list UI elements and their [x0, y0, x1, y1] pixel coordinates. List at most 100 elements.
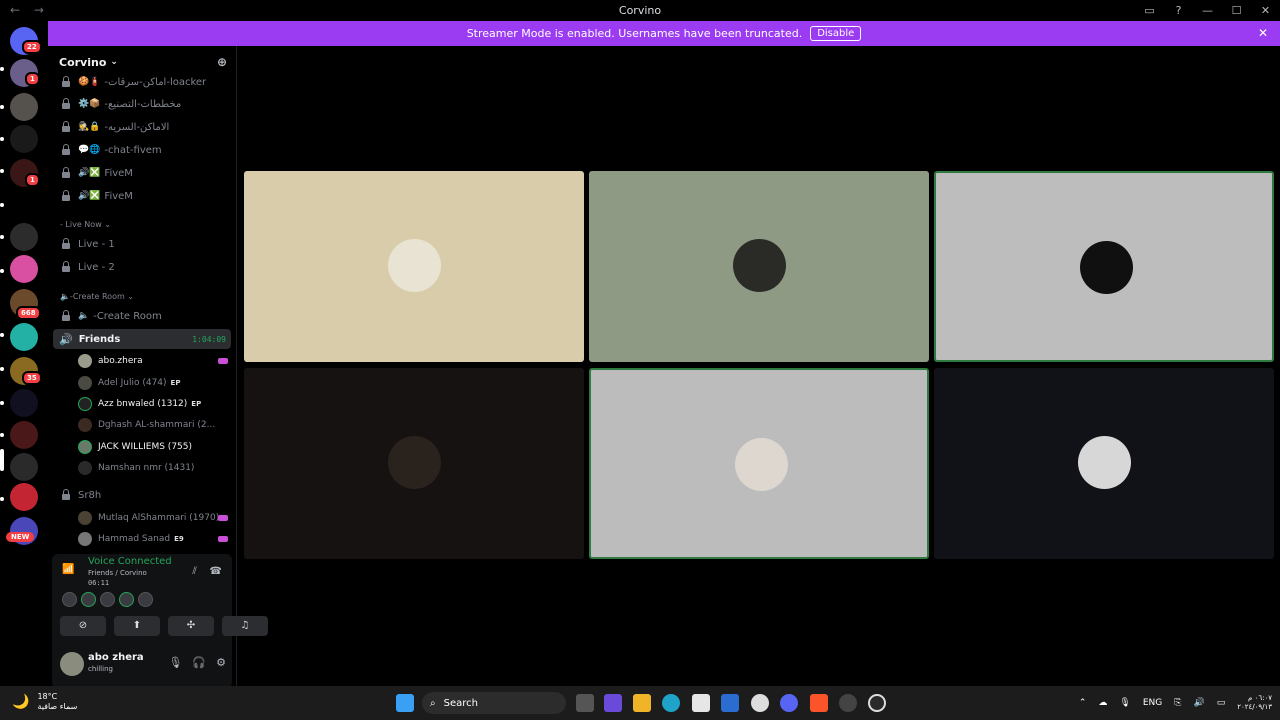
user-name: Azz bnwaled (1312)	[98, 398, 188, 409]
gear-icon[interactable]: ⚙	[216, 656, 226, 669]
participant-tile[interactable]	[589, 171, 929, 362]
server-icon[interactable]	[10, 93, 38, 121]
server-icon[interactable]	[10, 389, 38, 417]
channel-sidebar: Corvino ⌄ ⊕ 🍪🧯 -اماكن-سرقات-loacker ⚙️📦 …	[48, 46, 268, 688]
channel-item[interactable]: 🔊❎ FiveM	[56, 186, 232, 206]
chevron-up-icon[interactable]: ⌃	[1079, 698, 1087, 708]
edge-icon[interactable]	[662, 694, 680, 712]
window-controls: ▭ ? — ☐ ✕	[1135, 0, 1280, 21]
active-voice-channel[interactable]: 🔊 Friends 1:04:09	[53, 329, 231, 349]
channel-item[interactable]: Live - 2	[56, 257, 232, 277]
lock-icon	[60, 121, 72, 133]
help-icon[interactable]: ?	[1164, 4, 1193, 17]
server-icon[interactable]	[10, 483, 38, 511]
user-name[interactable]: abo zhera	[88, 652, 144, 663]
participant-tile[interactable]	[589, 368, 929, 559]
voice-user[interactable]: Namshan nmr (1431)	[78, 458, 230, 477]
voice-user[interactable]: JACK WILLIEMS (755)	[78, 437, 230, 456]
avatar	[78, 460, 92, 475]
lock-icon	[60, 310, 72, 322]
voice-user[interactable]: Azz bnwaled (1312) EP	[78, 394, 230, 413]
voice-status[interactable]: Voice Connected	[88, 556, 172, 567]
battery-icon[interactable]: ▭	[1217, 698, 1226, 708]
participant-tile[interactable]	[244, 171, 584, 362]
maximize-button[interactable]: ☐	[1222, 4, 1251, 17]
voice-user[interactable]: Adel Julio (474) EP	[78, 373, 230, 392]
brave-icon[interactable]	[810, 694, 828, 712]
unread-pill	[0, 235, 4, 239]
channel-name: FiveM	[104, 167, 133, 179]
headphones-icon[interactable]: 🎧	[192, 656, 206, 669]
activities-button[interactable]: ✣	[168, 616, 214, 636]
store-icon[interactable]	[692, 694, 710, 712]
noise-suppression-icon[interactable]: ⫽	[192, 566, 196, 577]
language-indicator[interactable]: ENG	[1143, 698, 1162, 708]
signal-icon[interactable]: 📶	[62, 564, 80, 582]
file-explorer-icon[interactable]	[633, 694, 651, 712]
server-icon[interactable]	[10, 125, 38, 153]
task-view-icon[interactable]	[576, 694, 594, 712]
category-create-room[interactable]: 🔈-Create Room ⌄	[60, 292, 134, 301]
channel-item[interactable]: 🔊❎ FiveM	[56, 163, 232, 183]
channel-name: Friends	[78, 333, 121, 345]
category-live-now[interactable]: - Live Now ⌄	[60, 220, 111, 229]
avatar[interactable]	[60, 652, 84, 676]
server-icon[interactable]	[10, 323, 38, 351]
add-member-icon[interactable]: ⊕	[217, 55, 227, 69]
minimize-button[interactable]: —	[1193, 4, 1222, 17]
channel-item[interactable]: Sr8h	[56, 485, 232, 505]
mic-icon[interactable]: 🎙	[1119, 698, 1130, 708]
voice-user[interactable]: Dghash AL-shammari (2...	[78, 415, 230, 434]
windows-start-icon[interactable]	[396, 694, 414, 712]
channel-item[interactable]: 💬🌐 -chat-fivem	[56, 140, 232, 160]
weather-widget[interactable]: 🌙 18°C سماء صافية	[12, 692, 77, 712]
channel-item[interactable]: Live - 1	[56, 234, 232, 254]
network-icon[interactable]: ⎘	[1174, 698, 1181, 708]
app-icon[interactable]	[839, 694, 857, 712]
close-window-button[interactable]: ✕	[1251, 4, 1280, 17]
clock[interactable]: ٠٦:٠٧ م ٢٠٢٤/٠٩/١٣	[1237, 694, 1272, 712]
user-name: Mutlaq AlShammari (1970)	[98, 512, 220, 523]
voice-user[interactable]: Hammad Sanad E9	[78, 529, 230, 548]
camera-off-button[interactable]: ⊘	[60, 616, 106, 636]
lock-icon	[60, 190, 72, 202]
disconnect-icon[interactable]: ☎	[210, 566, 222, 577]
app-icon[interactable]	[868, 694, 886, 712]
disable-button[interactable]: Disable	[810, 26, 862, 41]
avatar	[735, 438, 788, 491]
mail-icon[interactable]	[721, 694, 739, 712]
server-badge: 668	[16, 306, 41, 320]
app-icon[interactable]	[604, 694, 622, 712]
voice-channel-info[interactable]: Friends / Corvino	[88, 569, 147, 577]
channel-item[interactable]: 🔈 -Create Room	[56, 306, 232, 326]
screen-share-button[interactable]: ⬆	[114, 616, 160, 636]
participant-tile[interactable]	[934, 368, 1274, 559]
discord-icon[interactable]	[780, 694, 798, 712]
volume-icon[interactable]: 🔊	[1193, 698, 1204, 708]
selected-pill	[0, 449, 4, 471]
onedrive-icon[interactable]: ☁	[1098, 698, 1107, 708]
channel-item[interactable]: 🕵️🔒 -الاماكن-السريه	[56, 117, 232, 137]
voice-user[interactable]: Mutlaq AlShammari (1970)	[78, 508, 230, 527]
voice-user[interactable]: abo.zhera	[78, 351, 230, 370]
close-icon[interactable]: ✕	[1258, 26, 1268, 40]
participant-tile[interactable]	[934, 171, 1274, 362]
banner-text: Streamer Mode is enabled. Usernames have…	[466, 27, 803, 40]
unread-pill	[0, 105, 4, 109]
channel-name: Live - 2	[78, 261, 115, 273]
server-icon[interactable]	[10, 255, 38, 283]
mic-icon[interactable]: 🎙	[168, 656, 182, 669]
participant-tile[interactable]	[244, 368, 584, 559]
server-icon[interactable]	[10, 421, 38, 449]
channel-item[interactable]: ⚙️📦 -مخططات-التصنيع	[56, 94, 232, 114]
soundboard-button[interactable]: ♫	[222, 616, 268, 636]
avatar	[78, 353, 92, 368]
channel-emoji: 💬🌐	[78, 145, 101, 155]
settings-icon[interactable]	[751, 694, 769, 712]
search-box[interactable]: ⌕ Search	[422, 692, 566, 714]
weather-condition: سماء صافية	[37, 702, 78, 711]
inbox-icon[interactable]: ▭	[1135, 4, 1164, 17]
server-icon[interactable]	[10, 223, 38, 251]
channel-item[interactable]: 🍪🧯 -اماكن-سرقات-loacker	[56, 72, 232, 92]
server-icon[interactable]	[10, 453, 38, 481]
